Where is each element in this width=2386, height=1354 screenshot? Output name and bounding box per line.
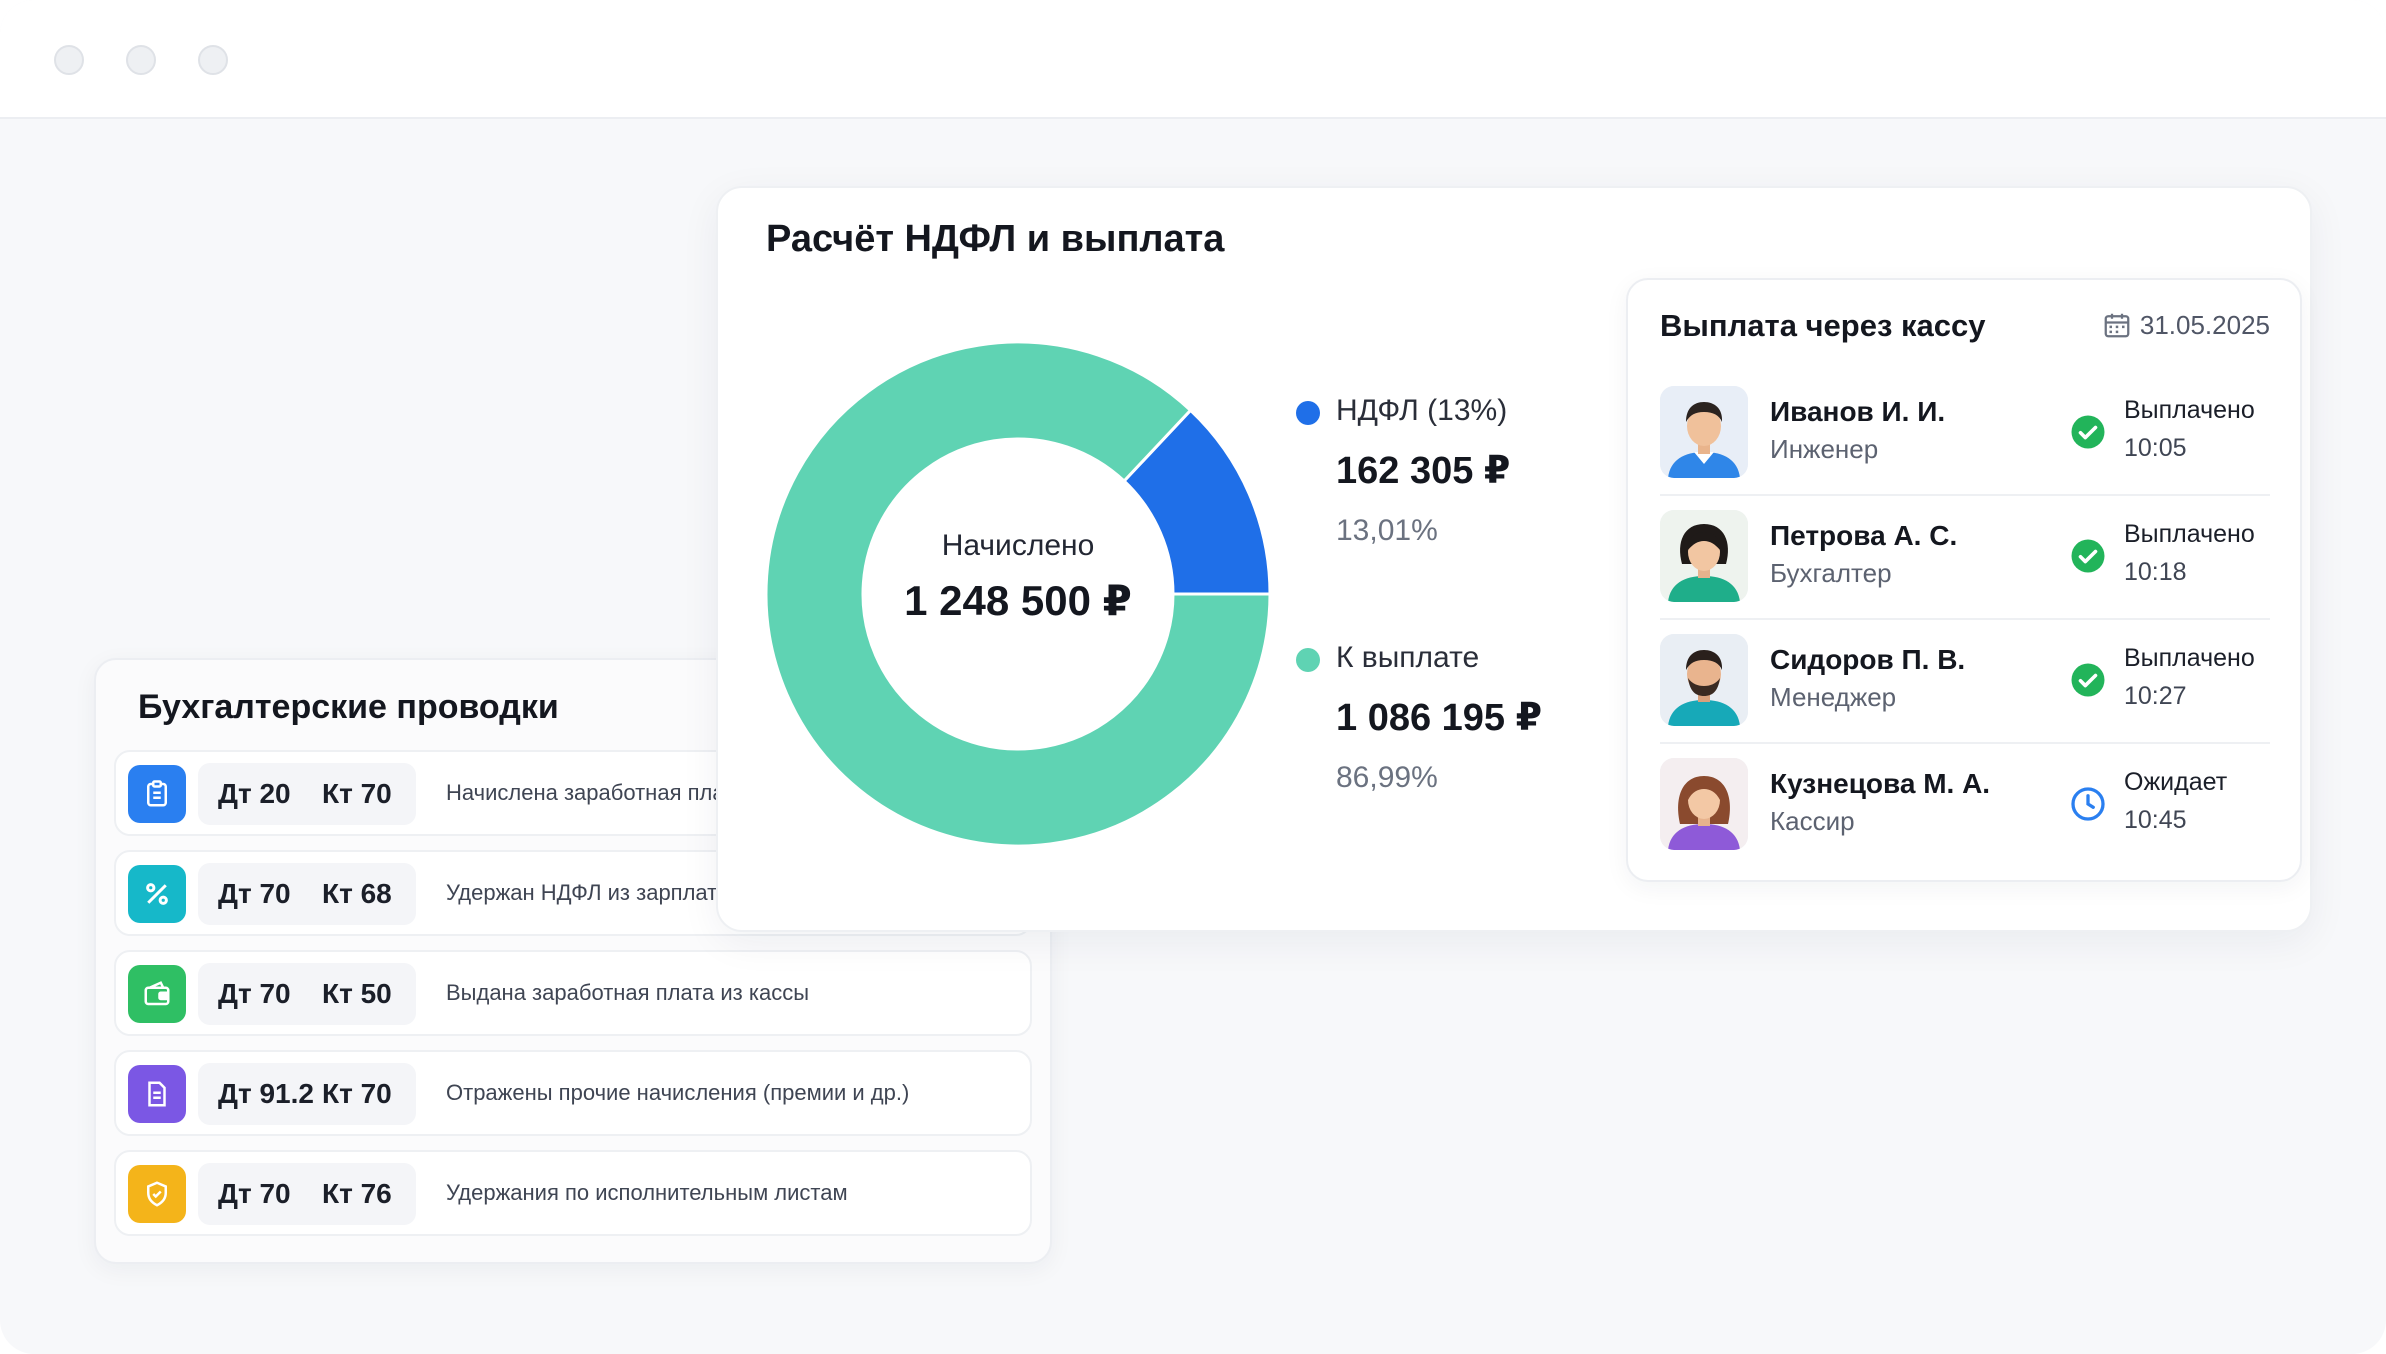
payout-person-row[interactable]: Петрова А. С. Бухгалтер Выплачено 10:18 bbox=[1660, 496, 2270, 620]
calendar-icon bbox=[2104, 313, 2130, 338]
clipboard-icon bbox=[128, 765, 186, 823]
donut-center-value: 1 248 500 ₽ bbox=[904, 577, 1132, 624]
payout-status: Выплачено bbox=[2124, 644, 2255, 672]
payout-status: Выплачено bbox=[2124, 396, 2255, 424]
person-role: Менеджер bbox=[1770, 682, 1897, 712]
payout-status: Выплачено bbox=[2124, 520, 2255, 548]
entry-credit: Кт 68 bbox=[322, 878, 392, 909]
avatar bbox=[1660, 758, 1748, 850]
title-bar bbox=[0, 0, 2386, 119]
person-name: Кузнецова М. А. bbox=[1770, 768, 1991, 799]
legend-ndfl-amount: 162 305 ₽ bbox=[1336, 450, 1511, 492]
payout-date-text: 31.05.2025 bbox=[2139, 310, 2270, 340]
ndfl-card-title: Расчёт НДФЛ и выплата bbox=[766, 218, 1225, 260]
person-name: Сидоров П. В. bbox=[1770, 644, 1966, 675]
entry-debit: Дт 70 bbox=[218, 978, 291, 1009]
window-maximize-button[interactable] bbox=[198, 45, 228, 75]
payout-person-row[interactable]: Сидоров П. В. Менеджер Выплачено 10:27 bbox=[1660, 620, 2270, 744]
journal-entry-row[interactable]: Дт 70 Кт 50 Выдана заработная плата из к… bbox=[114, 950, 1032, 1036]
legend-payout-amount: 1 086 195 ₽ bbox=[1336, 697, 1543, 739]
payout-time: 10:45 bbox=[2124, 806, 2187, 834]
entry-credit: Кт 70 bbox=[322, 778, 392, 809]
journal-entry-row[interactable]: Дт 70 Кт 76 Удержания по исполнительным … bbox=[114, 1150, 1032, 1236]
payout-date[interactable]: 31.05.2025 bbox=[2102, 310, 2270, 341]
ndfl-calculation-card: Расчёт НДФЛ и выплата Начислено 1 248 50… bbox=[716, 186, 2312, 932]
check-circle-icon bbox=[2071, 539, 2105, 573]
entry-description: Выдана заработная плата из кассы bbox=[446, 980, 810, 1005]
payout-time: 10:18 bbox=[2124, 558, 2187, 586]
donut-center-label: Начислено bbox=[941, 529, 1095, 562]
percent-icon bbox=[128, 865, 186, 923]
window-minimize-button[interactable] bbox=[126, 45, 156, 75]
journal-entry-row[interactable]: Дт 91.2 Кт 70 Отражены прочие начисления… bbox=[114, 1050, 1032, 1136]
journal-entries-title: Бухгалтерские проводки bbox=[138, 688, 559, 726]
legend-payout-label: К выплате bbox=[1336, 641, 1480, 674]
payout-person-row[interactable]: Кузнецова М. А. Кассир Ожидает 10:45 bbox=[1660, 744, 2270, 868]
payout-status: Ожидает bbox=[2124, 768, 2228, 796]
person-name: Иванов И. И. bbox=[1770, 396, 1946, 427]
legend-ndfl-label: НДФЛ (13%) bbox=[1336, 394, 1508, 427]
legend-ndfl-swatch bbox=[1296, 401, 1320, 425]
person-role: Кассир bbox=[1770, 806, 1855, 836]
check-circle-icon bbox=[2071, 415, 2105, 449]
entry-debit: Дт 70 bbox=[218, 878, 291, 909]
avatar bbox=[1660, 510, 1748, 602]
entry-description: Удержан НДФЛ из зарплаты bbox=[446, 880, 734, 905]
legend-ndfl-percent: 13,01% bbox=[1336, 514, 1438, 547]
check-circle-icon bbox=[2071, 663, 2105, 697]
window-close-button[interactable] bbox=[54, 45, 84, 75]
document-icon bbox=[128, 1065, 186, 1123]
entry-accounts: Дт 70 Кт 68 bbox=[198, 863, 416, 925]
person-name: Петрова А. С. bbox=[1770, 520, 1958, 551]
entry-accounts: Дт 91.2 Кт 70 bbox=[198, 1063, 416, 1125]
clock-icon bbox=[2071, 787, 2105, 821]
entry-credit: Кт 70 bbox=[322, 1078, 392, 1109]
entry-accounts: Дт 70 Кт 50 bbox=[198, 963, 416, 1025]
cash-payout-title: Выплата через кассу bbox=[1660, 308, 1986, 343]
entry-debit: Дт 70 bbox=[218, 1178, 291, 1209]
entry-description: Начислена заработная плата bbox=[446, 780, 747, 805]
payout-time: 10:05 bbox=[2124, 434, 2187, 462]
person-role: Инженер bbox=[1770, 434, 1879, 464]
entry-description: Отражены прочие начисления (премии и др.… bbox=[446, 1080, 910, 1105]
cash-payout-panel: Выплата через кассу 31.05.2025 Иванов И.… bbox=[1626, 278, 2302, 882]
entry-debit: Дт 91.2 bbox=[218, 1078, 314, 1109]
entry-credit: Кт 50 bbox=[322, 978, 392, 1009]
wallet-icon bbox=[128, 965, 186, 1023]
app-window: Бухгалтерские проводки Дт 20 Кт 70 Начис… bbox=[0, 0, 2386, 1354]
shield-icon bbox=[128, 1165, 186, 1223]
legend-payout-swatch bbox=[1296, 648, 1320, 672]
entry-accounts: Дт 20 Кт 70 bbox=[198, 763, 416, 825]
avatar bbox=[1660, 386, 1748, 478]
payout-time: 10:27 bbox=[2124, 682, 2187, 710]
person-role: Бухгалтер bbox=[1770, 558, 1892, 588]
donut-chart: Начислено 1 248 500 ₽ bbox=[758, 334, 1278, 854]
entry-description: Удержания по исполнительным листам bbox=[446, 1180, 848, 1205]
payout-person-row[interactable]: Иванов И. И. Инженер Выплачено 10:05 bbox=[1660, 372, 2270, 496]
avatar bbox=[1660, 634, 1748, 726]
entry-credit: Кт 76 bbox=[322, 1178, 392, 1209]
entry-debit: Дт 20 bbox=[218, 778, 291, 809]
entry-accounts: Дт 70 Кт 76 bbox=[198, 1163, 416, 1225]
legend-payout-percent: 86,99% bbox=[1336, 761, 1438, 794]
